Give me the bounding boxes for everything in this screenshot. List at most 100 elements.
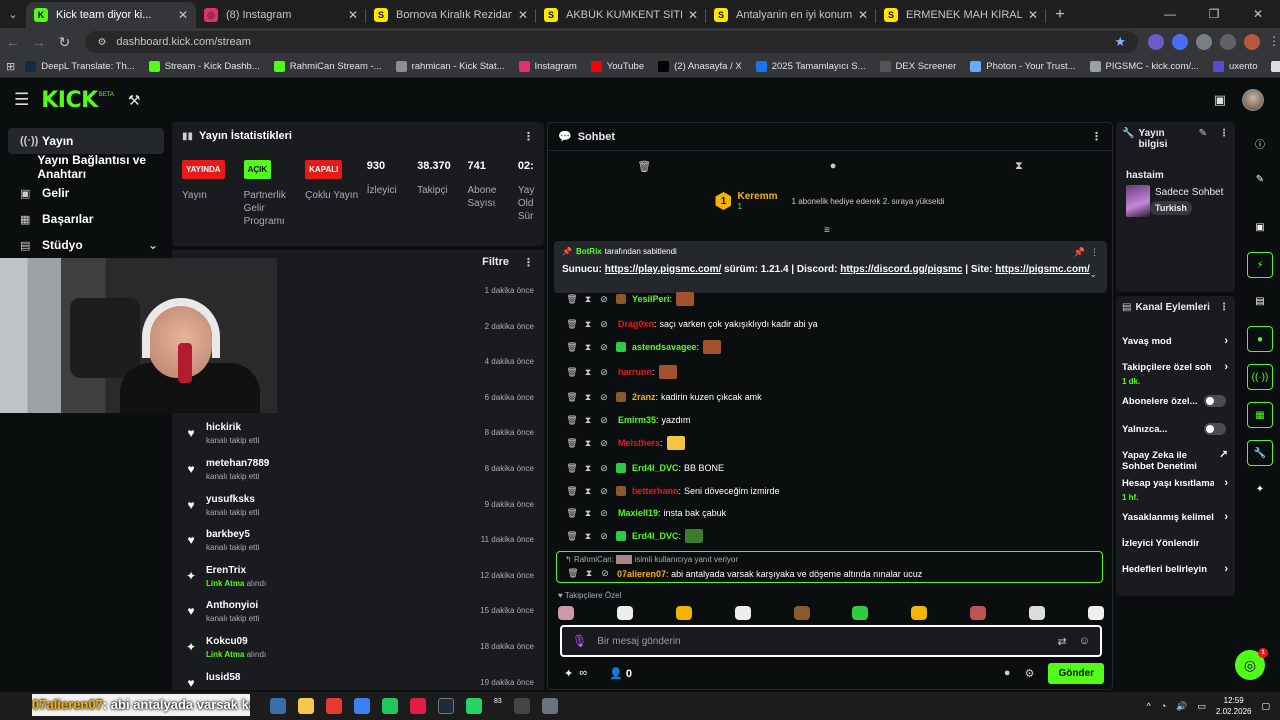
forward-icon[interactable]: →	[26, 34, 52, 50]
trash-icon[interactable]: 🗑	[564, 294, 580, 305]
trash-icon[interactable]: 🗑	[564, 392, 580, 403]
bookmark-item[interactable]: DEX Screener	[879, 61, 956, 72]
bookmark-item[interactable]: Instagram	[518, 61, 577, 72]
settings-gear-icon[interactable]: ⚙	[1025, 667, 1035, 680]
activity-user[interactable]: hickirik	[206, 422, 241, 433]
timeout-icon[interactable]: ⧗	[580, 294, 596, 305]
ban-icon[interactable]: ⊘	[596, 531, 612, 542]
taskbar-app-icon[interactable]	[541, 698, 558, 714]
tab-close-icon[interactable]: ✕	[858, 8, 868, 22]
taskbar-app-icon[interactable]	[270, 698, 286, 714]
url-input[interactable]: ⚙ dashboard.kick.com/stream ★	[85, 31, 1138, 53]
pinned-link[interactable]: https://discord.gg/pigsmc	[840, 264, 962, 275]
nav-item[interactable]: ((·)) Yayın	[8, 128, 164, 154]
activity-user[interactable]: yusufksks	[206, 494, 255, 505]
trash-icon[interactable]: 🗑	[637, 160, 651, 173]
timeout-icon[interactable]: ⧗	[581, 568, 597, 579]
reply-user[interactable]: 07alieren07	[617, 569, 666, 579]
apps-grid-icon[interactable]: ⊞	[6, 60, 15, 73]
profile-icon[interactable]	[1244, 34, 1260, 50]
restore-icon[interactable]: ❐	[1192, 7, 1236, 21]
new-tab-button[interactable]: +	[1046, 2, 1074, 28]
whatsapp-icon[interactable]	[466, 698, 482, 714]
tab-close-icon[interactable]: ✕	[348, 8, 358, 22]
broadcast-icon[interactable]: ((·))	[1247, 364, 1273, 390]
activity-user[interactable]: barkbey5	[206, 529, 250, 540]
ban-icon[interactable]: ⊘	[596, 294, 612, 305]
timeout-icon[interactable]: ⧗	[580, 342, 596, 353]
actions-menu-icon[interactable]: ⋮	[1219, 302, 1229, 313]
folder-icon[interactable]	[298, 698, 314, 714]
emote-icon[interactable]	[675, 606, 692, 620]
timeout-icon[interactable]: ⧗	[580, 392, 596, 403]
clock[interactable]: 12:59 2.02.2026	[1216, 695, 1252, 717]
bookmark-star-icon[interactable]: ★	[1114, 34, 1126, 50]
browser-tab[interactable]: S Bornova Kiralık Rezidans Fiyatla ✕	[366, 2, 536, 28]
browser-tab[interactable]: ◎ (8) Instagram ✕	[196, 2, 366, 28]
reward-icon[interactable]: ✦	[564, 667, 573, 680]
chrome-icon[interactable]	[326, 698, 342, 714]
close-window-icon[interactable]: ✕	[1236, 7, 1280, 21]
trash-icon[interactable]: 🗑	[565, 568, 581, 579]
screen-icon[interactable]: ▣	[1247, 214, 1273, 240]
streaminfo-menu-icon[interactable]: ⋮	[1219, 128, 1229, 150]
chat-username[interactable]: Meisthers	[618, 438, 660, 448]
nav-item[interactable]: Yayın Bağlantısı ve Anahtarı	[8, 153, 164, 181]
channel-action[interactable]: Yalnızca...	[1122, 423, 1230, 438]
tab-close-icon[interactable]: ✕	[178, 8, 188, 22]
filter-button[interactable]: Filtre	[482, 256, 509, 268]
channel-action[interactable]: Hesap yaşı kısıtlama 1 hf. ›	[1122, 478, 1230, 503]
network-icon[interactable]: ◔	[1161, 701, 1166, 711]
channel-action[interactable]: Yavaş mod ›	[1122, 336, 1230, 350]
timeout-icon[interactable]: ⧗	[580, 531, 596, 542]
ban-icon[interactable]: ⊘	[597, 568, 613, 579]
toggle-switch[interactable]	[1204, 395, 1226, 407]
emote-icon[interactable]	[852, 606, 869, 620]
trash-icon[interactable]: 🗑	[564, 531, 580, 542]
edit-icon[interactable]: ✎	[1199, 128, 1207, 150]
bookmark-item[interactable]: Axiom	[1271, 61, 1280, 72]
site-info-icon[interactable]: ⚙	[97, 37, 106, 48]
emoji-icon[interactable]: ☺	[1079, 635, 1090, 648]
pinned-by-user[interactable]: BotRix	[576, 247, 602, 256]
pinned-link[interactable]: https://pigsmc.com/	[995, 264, 1089, 275]
translate-icon[interactable]: ⇄	[1058, 635, 1067, 648]
chat-username[interactable]: 2ranz	[632, 392, 656, 402]
trash-icon[interactable]: 🗑	[564, 415, 580, 426]
browser-tab[interactable]: S AKBÜK KUMKENT SİTESİNDE E ✕	[536, 2, 706, 28]
emote-icon[interactable]	[734, 606, 751, 620]
trash-icon[interactable]: 🗑	[564, 367, 580, 378]
channel-action[interactable]: Takipçilere özel soh 1 dk. ›	[1122, 362, 1230, 387]
bookmark-item[interactable]: Photon - Your Trust...	[970, 61, 1076, 72]
tray-chevron-icon[interactable]: ^	[1146, 701, 1150, 711]
sidebar-icon[interactable]	[1220, 34, 1236, 50]
activity-user[interactable]: lusid58	[206, 672, 240, 683]
avatar[interactable]	[1242, 89, 1264, 111]
lightning-icon[interactable]: ⚡	[1247, 252, 1273, 278]
tab-close-icon[interactable]: ✕	[518, 8, 528, 22]
bookmark-item[interactable]: (2) Anasayfa / X	[658, 61, 742, 72]
chat-username[interactable]: Erd4l_DVC	[632, 531, 679, 541]
taskbar-app-icon[interactable]	[382, 698, 398, 714]
reload-icon[interactable]: ↻	[52, 34, 78, 51]
trash-icon[interactable]: 🗑	[564, 438, 580, 449]
chat-input[interactable]	[597, 635, 1038, 647]
support-chat-button[interactable]: ◎ 1	[1235, 648, 1268, 680]
collapse-icon[interactable]: ≡	[824, 225, 830, 236]
minimize-icon[interactable]: —	[1148, 7, 1192, 21]
ban-icon[interactable]: ⊘	[596, 367, 612, 378]
emote-icon[interactable]	[1087, 606, 1104, 620]
bookmark-item[interactable]: YouTube	[590, 61, 644, 72]
chat-username[interactable]: Erd4l_DVC	[632, 463, 679, 473]
toggle-switch[interactable]	[1204, 423, 1226, 435]
notifications-icon[interactable]: ▢	[1261, 701, 1270, 712]
ban-icon[interactable]: ⊘	[596, 438, 612, 449]
activity-user[interactable]: Anthonyioi	[206, 600, 258, 611]
tab-close-icon[interactable]: ✕	[688, 8, 698, 22]
nav-item[interactable]: ▦ Başarılar	[8, 206, 164, 232]
extension-icon[interactable]	[1148, 34, 1164, 50]
nav-item[interactable]: ▣ Gelir	[8, 180, 164, 206]
bookmark-item[interactable]: uxento	[1212, 61, 1257, 72]
bookmark-item[interactable]: Stream - Kick Dashb...	[148, 61, 260, 72]
activity-user[interactable]: metehan7889	[206, 458, 269, 469]
